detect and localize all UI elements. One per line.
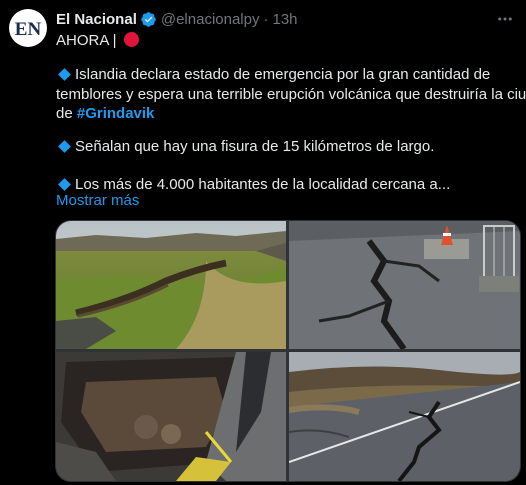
timestamp[interactable]: 13h bbox=[272, 11, 297, 28]
tweet-line-1: Islandia declara estado de emergencia po… bbox=[56, 65, 490, 85]
media-grid bbox=[55, 220, 521, 482]
tweet-header: El Nacional @elnacionalpy · 13h bbox=[56, 9, 298, 29]
avatar[interactable]: EN bbox=[9, 9, 47, 47]
line-text: Islandia declara estado de emergencia po… bbox=[75, 66, 491, 83]
verified-badge-icon bbox=[140, 11, 157, 28]
line-text: de bbox=[56, 105, 77, 122]
photo-landscape-fissure[interactable] bbox=[56, 221, 286, 349]
hashtag-link[interactable]: #Grindavik bbox=[77, 105, 155, 122]
el-nacional-logo: EN bbox=[15, 19, 42, 40]
separator-dot: · bbox=[263, 10, 269, 28]
line-text: Señalan que hay una fisura de 15 kilómet… bbox=[75, 138, 435, 155]
display-name[interactable]: El Nacional bbox=[56, 11, 137, 28]
show-more-row: Mostrar más bbox=[56, 191, 139, 211]
photo-cracked-road-barrier[interactable] bbox=[289, 221, 520, 349]
red-circle-icon bbox=[123, 32, 139, 47]
photo-road-crack[interactable] bbox=[289, 352, 520, 481]
tweet-line-ahora: AHORA | bbox=[56, 31, 139, 51]
line-text: temblores y espera una terrible erupción… bbox=[56, 85, 526, 103]
more-options-icon[interactable] bbox=[494, 10, 516, 28]
blue-diamond-icon bbox=[58, 178, 71, 191]
photo-collapsed-pit[interactable] bbox=[56, 352, 286, 481]
ahora-label: AHORA | bbox=[56, 32, 117, 49]
tweet-line-3: de #Grindavik bbox=[56, 104, 154, 124]
show-more-link[interactable]: Mostrar más bbox=[56, 192, 139, 209]
user-handle[interactable]: @elnacionalpy bbox=[161, 11, 260, 28]
tweet-line-4: Señalan que hay una fisura de 15 kilómet… bbox=[56, 137, 434, 157]
blue-diamond-icon bbox=[58, 68, 71, 81]
logo-text: EN bbox=[15, 19, 42, 40]
tweet-line-2: temblores y espera una terrible erupción… bbox=[56, 85, 526, 105]
blue-diamond-icon bbox=[58, 140, 71, 153]
